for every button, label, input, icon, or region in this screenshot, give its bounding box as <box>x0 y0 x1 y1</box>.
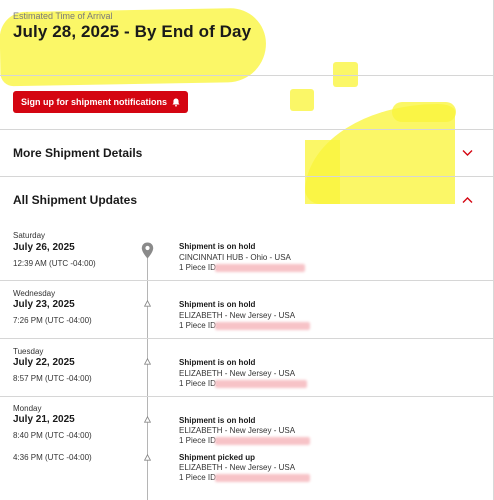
more-shipment-details-header[interactable]: More Shipment Details <box>13 146 142 160</box>
event-time: 12:39 AM (UTC -04:00) <box>13 259 96 268</box>
event-title: Shipment is on hold <box>179 358 256 367</box>
event-time: 8:40 PM (UTC -04:00) <box>13 431 92 440</box>
event-time: 4:36 PM (UTC -04:00) <box>13 453 92 462</box>
all-shipment-updates-header[interactable]: All Shipment Updates <box>13 193 137 207</box>
timeline-marker-icon <box>144 454 151 461</box>
divider <box>0 129 494 130</box>
notification-signup-button[interactable]: Sign up for shipment notifications <box>13 91 188 113</box>
update-date: July 26, 2025 <box>13 242 75 253</box>
eta-label: Estimated Time of Arrival <box>13 11 113 21</box>
update-date: July 22, 2025 <box>13 357 75 368</box>
redacted-piece-id <box>215 322 310 330</box>
redacted-piece-id <box>215 264 305 272</box>
event-location: ELIZABETH - New Jersey - USA <box>179 426 296 435</box>
event-location: ELIZABETH - New Jersey - USA <box>179 463 296 472</box>
shipment-tracking-page: Estimated Time of Arrival July 28, 2025 … <box>0 0 494 500</box>
bell-icon <box>172 98 180 107</box>
highlight-mark <box>290 89 314 111</box>
event-piece-id-label: 1 Piece ID: <box>179 379 219 388</box>
divider <box>0 396 494 397</box>
update-day: Wednesday <box>13 289 56 298</box>
timeline-marker-icon <box>144 358 151 365</box>
event-piece-id-label: 1 Piece ID: <box>179 436 219 445</box>
location-pin-icon <box>141 242 154 259</box>
event-location: ELIZABETH - New Jersey - USA <box>179 369 296 378</box>
highlight-mark <box>305 140 340 204</box>
event-title: Shipment is on hold <box>179 416 256 425</box>
update-day: Monday <box>13 404 42 413</box>
update-date: July 23, 2025 <box>13 299 75 310</box>
timeline-marker-icon <box>144 300 151 307</box>
chevron-up-icon[interactable] <box>462 196 473 204</box>
timeline-marker-icon <box>144 416 151 423</box>
divider <box>0 176 494 177</box>
redacted-piece-id <box>215 437 310 445</box>
update-day: Saturday <box>13 231 46 240</box>
divider <box>0 338 494 339</box>
highlight-mark <box>305 104 455 204</box>
timeline-line <box>147 255 148 500</box>
event-title: Shipment is on hold <box>179 300 256 309</box>
event-time: 7:26 PM (UTC -04:00) <box>13 316 92 325</box>
update-date: July 21, 2025 <box>13 414 75 425</box>
event-title: Shipment picked up <box>179 453 256 462</box>
event-time: 8:57 PM (UTC -04:00) <box>13 374 92 383</box>
notification-signup-label: Sign up for shipment notifications <box>21 97 167 107</box>
redacted-piece-id <box>215 474 310 482</box>
event-location: ELIZABETH - New Jersey - USA <box>179 311 296 320</box>
highlight-mark <box>392 102 456 122</box>
eta-value: July 28, 2025 - By End of Day <box>13 22 252 41</box>
event-piece-id-label: 1 Piece ID: <box>179 473 219 482</box>
event-location: CINCINNATI HUB - Ohio - USA <box>179 253 291 262</box>
event-piece-id-label: 1 Piece ID: <box>179 321 219 330</box>
event-title: Shipment is on hold <box>179 242 256 251</box>
divider <box>0 75 494 76</box>
chevron-down-icon[interactable] <box>462 149 473 157</box>
redacted-piece-id <box>215 380 307 388</box>
divider <box>0 280 494 281</box>
event-piece-id-label: 1 Piece ID: <box>179 263 219 272</box>
update-day: Tuesday <box>13 347 44 356</box>
